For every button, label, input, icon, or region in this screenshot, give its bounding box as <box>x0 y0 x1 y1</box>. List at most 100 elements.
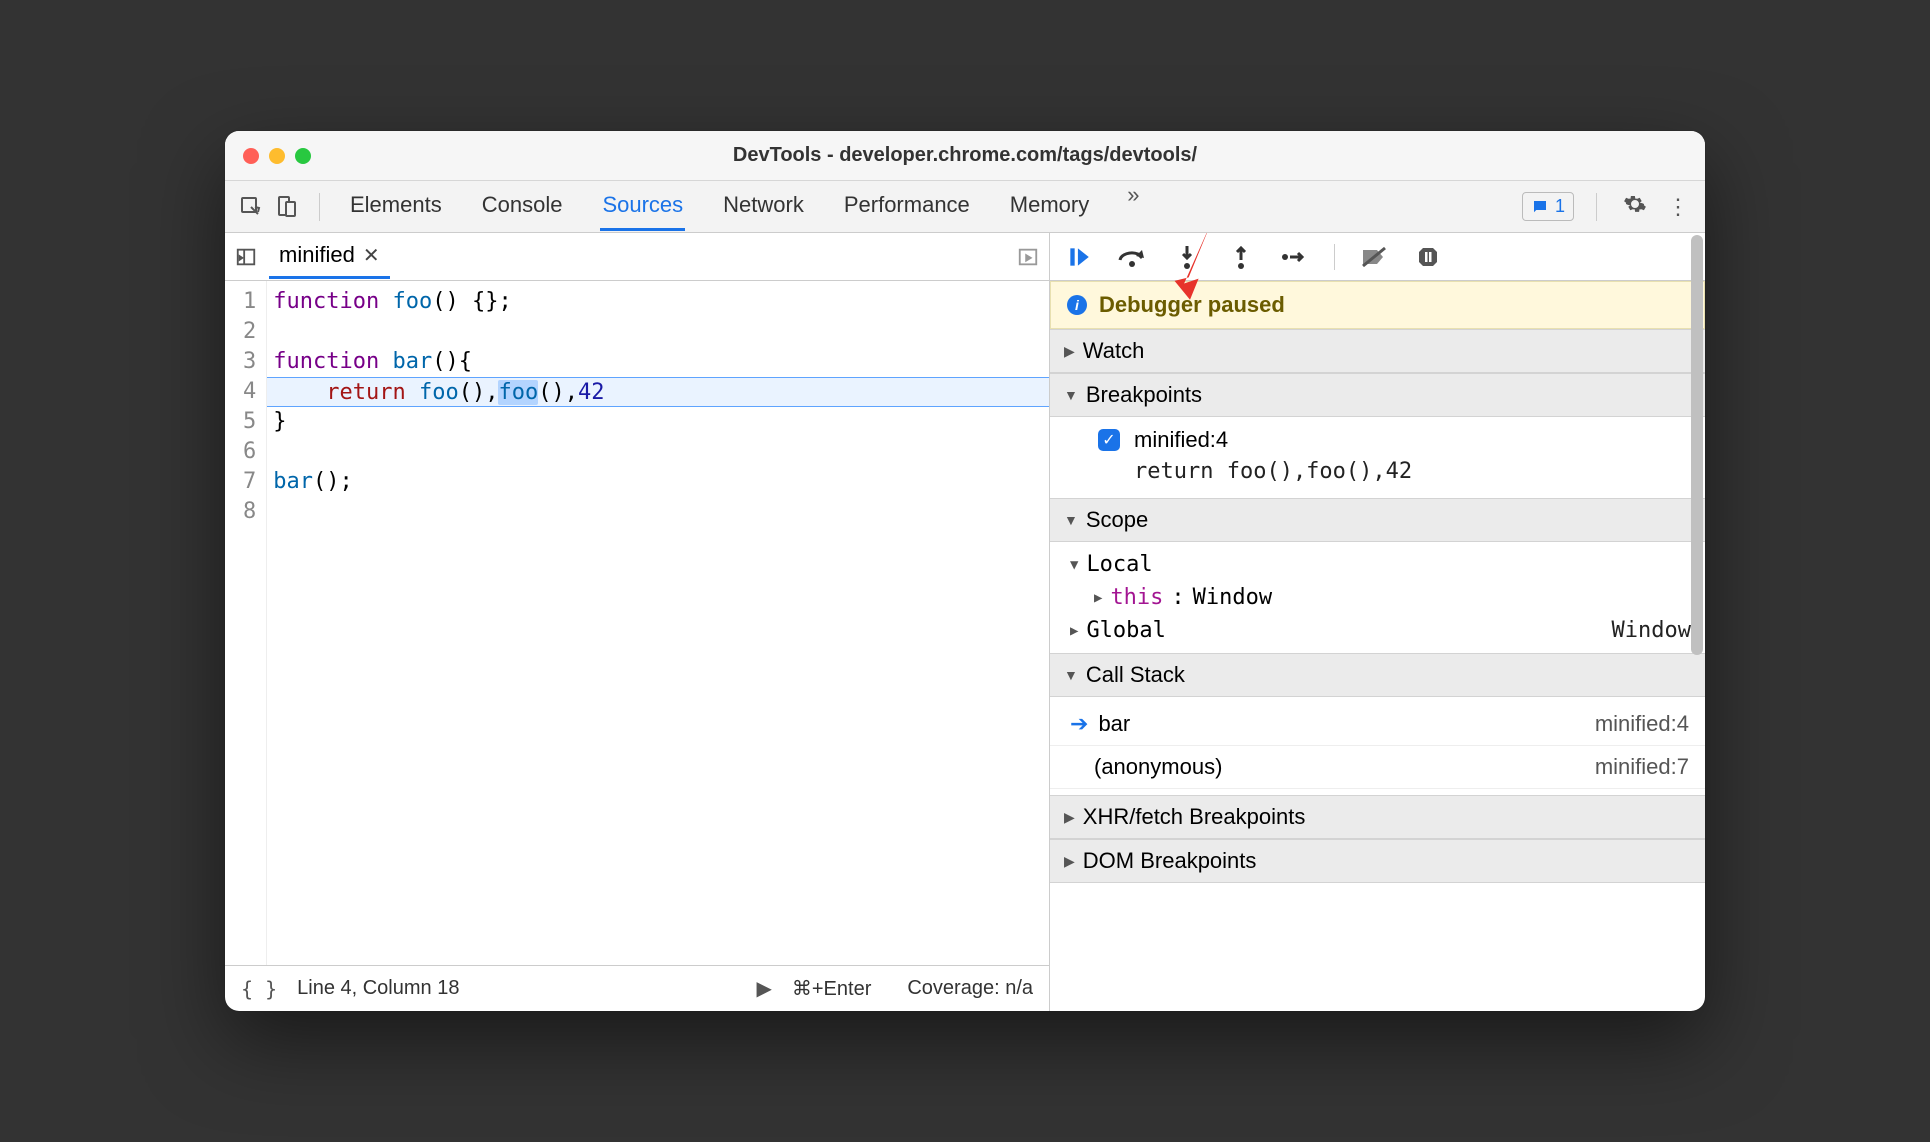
close-file-icon[interactable]: ✕ <box>363 243 380 268</box>
callstack-frame[interactable]: ➔ bar minified:4 <box>1050 703 1705 746</box>
titlebar: DevTools - developer.chrome.com/tags/dev… <box>225 131 1705 181</box>
run-hint: ⌘+Enter <box>792 976 871 1001</box>
separator <box>1334 244 1335 270</box>
scope-global-label: Global <box>1086 618 1165 643</box>
breakpoints-label: Breakpoints <box>1086 382 1202 408</box>
info-icon: i <box>1067 295 1087 315</box>
tab-elements[interactable]: Elements <box>348 182 444 231</box>
scope-local[interactable]: ▼ Local <box>1050 548 1705 581</box>
watch-section-header[interactable]: ▶ Watch <box>1050 329 1705 373</box>
debugger-pane: i Debugger paused ▶ Watch ▼ Breakpoints … <box>1050 233 1705 1011</box>
deactivate-breakpoints-icon[interactable] <box>1359 242 1389 272</box>
code-area[interactable]: function foo() {}; function bar(){ retur… <box>267 281 1049 965</box>
current-frame-icon: ➔ <box>1070 711 1088 737</box>
resume-icon[interactable] <box>1064 242 1094 272</box>
file-tab-label: minified <box>279 242 355 268</box>
sources-editor-pane: minified ✕ 12345678 function foo() {}; f… <box>225 233 1050 1011</box>
pretty-print-icon[interactable]: { } <box>241 977 277 1001</box>
file-tab-minified[interactable]: minified ✕ <box>269 234 390 279</box>
cursor-position: Line 4, Column 18 <box>297 977 459 1000</box>
line-gutter[interactable]: 12345678 <box>225 281 267 965</box>
settings-icon[interactable] <box>1619 188 1651 226</box>
banner-text: Debugger paused <box>1099 292 1285 318</box>
checkbox-checked-icon[interactable]: ✓ <box>1098 429 1120 451</box>
scope-section-header[interactable]: ▼ Scope <box>1050 498 1705 542</box>
callstack-body: ➔ bar minified:4 (anonymous) minified:7 <box>1050 697 1705 795</box>
scope-body: ▼ Local ▶ this: Window ▶ Global Window <box>1050 542 1705 653</box>
debugger-toolbar <box>1050 233 1705 281</box>
breakpoint-code: return foo(),foo(),42 <box>1098 453 1689 484</box>
code-editor[interactable]: 12345678 function foo() {}; function bar… <box>225 281 1049 965</box>
scope-local-label: Local <box>1086 552 1152 577</box>
more-icon[interactable]: ⋮ <box>1663 190 1693 224</box>
breakpoint-item[interactable]: ✓ minified:4 <box>1098 427 1689 453</box>
chevron-right-icon: ▶ <box>1064 343 1075 360</box>
toolbar-right: 1 ⋮ <box>1522 188 1693 226</box>
messages-badge[interactable]: 1 <box>1522 192 1574 221</box>
scope-this-label: this <box>1110 585 1163 610</box>
breakpoints-section-header[interactable]: ▼ Breakpoints <box>1050 373 1705 417</box>
window-controls <box>243 148 311 164</box>
main-toolbar: Elements Console Sources Network Perform… <box>225 181 1705 233</box>
panel-tabs: Elements Console Sources Network Perform… <box>348 182 1140 231</box>
scrollbar-thumb[interactable] <box>1691 235 1703 655</box>
tab-sources[interactable]: Sources <box>600 182 685 231</box>
step-out-icon[interactable] <box>1226 242 1256 272</box>
frame-fn: bar <box>1098 711 1130 737</box>
chevron-right-icon: ▶ <box>1094 590 1102 606</box>
content-area: minified ✕ 12345678 function foo() {}; f… <box>225 233 1705 1011</box>
callstack-label: Call Stack <box>1086 662 1185 688</box>
chevron-down-icon: ▼ <box>1064 387 1078 403</box>
debugger-paused-banner: i Debugger paused <box>1050 281 1705 329</box>
tabs-overflow-icon[interactable]: » <box>1127 182 1139 231</box>
chevron-down-icon: ▼ <box>1064 667 1078 683</box>
tab-network[interactable]: Network <box>721 182 806 231</box>
breakpoints-body: ✓ minified:4 return foo(),foo(),42 <box>1050 417 1705 498</box>
navigator-toggle-icon[interactable] <box>233 244 259 270</box>
devtools-window: DevTools - developer.chrome.com/tags/dev… <box>225 131 1705 1011</box>
chevron-right-icon: ▶ <box>1064 853 1075 870</box>
pause-on-exceptions-icon[interactable] <box>1413 242 1443 272</box>
snippets-run-icon[interactable] <box>1015 244 1041 270</box>
close-window-button[interactable] <box>243 148 259 164</box>
device-toolbar-icon[interactable] <box>273 193 301 221</box>
messages-count: 1 <box>1555 196 1565 217</box>
editor-statusbar: { } Line 4, Column 18 ▶ ⌘+Enter Coverage… <box>225 965 1049 1011</box>
select-element-icon[interactable] <box>237 193 265 221</box>
watch-label: Watch <box>1083 338 1145 364</box>
chevron-right-icon: ▶ <box>1064 809 1075 826</box>
file-tabs-bar: minified ✕ <box>225 233 1049 281</box>
chevron-down-icon: ▼ <box>1064 512 1078 528</box>
step-into-icon[interactable] <box>1172 242 1202 272</box>
separator <box>1596 193 1597 221</box>
minimize-window-button[interactable] <box>269 148 285 164</box>
window-title: DevTools - developer.chrome.com/tags/dev… <box>225 144 1705 167</box>
frame-fn: (anonymous) <box>1094 754 1222 780</box>
step-icon[interactable] <box>1280 242 1310 272</box>
scrollbar[interactable] <box>1691 233 1703 1011</box>
callstack-section-header[interactable]: ▼ Call Stack <box>1050 653 1705 697</box>
tab-console[interactable]: Console <box>480 182 565 231</box>
scope-global[interactable]: ▶ Global Window <box>1050 614 1705 647</box>
scope-this-row[interactable]: ▶ this: Window <box>1050 581 1705 614</box>
run-snippet-icon[interactable]: ▶ <box>756 976 771 1001</box>
scope-label: Scope <box>1086 507 1148 533</box>
chevron-down-icon: ▼ <box>1070 557 1078 573</box>
dom-breakpoints-header[interactable]: ▶ DOM Breakpoints <box>1050 839 1705 883</box>
scope-this-value: Window <box>1193 585 1272 610</box>
chevron-right-icon: ▶ <box>1070 623 1078 639</box>
step-over-icon[interactable] <box>1118 242 1148 272</box>
xhr-label: XHR/fetch Breakpoints <box>1083 804 1306 830</box>
frame-loc: minified:7 <box>1595 754 1689 780</box>
coverage-status: Coverage: n/a <box>907 977 1033 1000</box>
callstack-frame[interactable]: (anonymous) minified:7 <box>1050 746 1705 789</box>
tab-performance[interactable]: Performance <box>842 182 972 231</box>
dom-label: DOM Breakpoints <box>1083 848 1257 874</box>
frame-loc: minified:4 <box>1595 711 1689 737</box>
scope-global-value: Window <box>1612 618 1691 643</box>
tab-memory[interactable]: Memory <box>1008 182 1091 231</box>
xhr-breakpoints-header[interactable]: ▶ XHR/fetch Breakpoints <box>1050 795 1705 839</box>
separator <box>319 193 320 221</box>
zoom-window-button[interactable] <box>295 148 311 164</box>
breakpoint-location: minified:4 <box>1134 427 1228 453</box>
